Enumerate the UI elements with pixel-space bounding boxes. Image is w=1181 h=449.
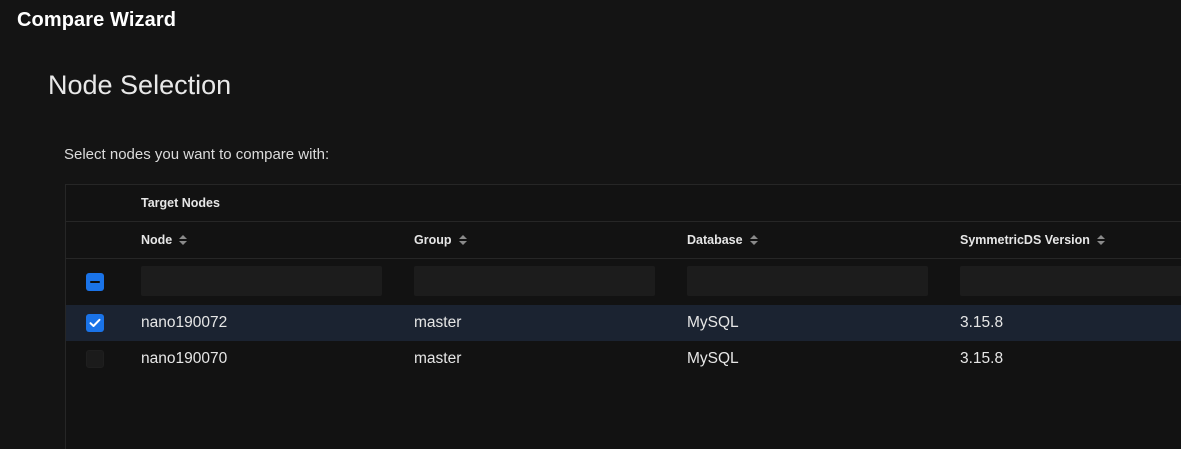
wizard-title: Compare Wizard xyxy=(17,9,177,31)
cell-database: MySQL xyxy=(687,314,739,331)
filter-input-database[interactable] xyxy=(687,266,928,296)
column-header-label: Group xyxy=(414,233,452,247)
filter-row xyxy=(66,259,1181,305)
column-header-row: Node Group Database SymmetricDS Version xyxy=(66,222,1181,259)
cell-version: 3.15.8 xyxy=(960,314,1004,331)
column-header-label: Database xyxy=(687,233,743,247)
select-all-checkbox[interactable] xyxy=(86,273,104,291)
sort-icon[interactable] xyxy=(458,235,467,245)
cell-node: nano190072 xyxy=(141,314,228,331)
page-title: Node Selection xyxy=(48,70,232,100)
filter-input-group[interactable] xyxy=(414,266,655,296)
table-row[interactable]: nano190072 master MySQL 3.15.8 xyxy=(66,305,1181,341)
cell-database: MySQL xyxy=(687,350,739,367)
grid-group-header: Target Nodes xyxy=(66,185,1181,222)
cell-node: nano190070 xyxy=(141,350,228,367)
sort-icon[interactable] xyxy=(1096,235,1105,245)
row-checkbox[interactable] xyxy=(86,350,104,368)
column-header-node[interactable]: Node xyxy=(141,222,188,258)
filter-input-node[interactable] xyxy=(141,266,382,296)
cell-group: master xyxy=(414,350,462,367)
row-checkbox[interactable] xyxy=(86,314,104,332)
checkmark-icon xyxy=(89,318,101,327)
column-header-label: Node xyxy=(141,233,173,247)
filter-input-version[interactable] xyxy=(960,266,1181,296)
sort-icon[interactable] xyxy=(749,235,758,245)
target-nodes-grid: Target Nodes Node Group Database Symmetr… xyxy=(65,184,1181,449)
column-header-version[interactable]: SymmetricDS Version xyxy=(960,222,1105,258)
group-header-label: Target Nodes xyxy=(141,196,220,210)
indeterminate-icon xyxy=(90,281,100,283)
column-header-group[interactable]: Group xyxy=(414,222,467,258)
cell-group: master xyxy=(414,314,462,331)
cell-version: 3.15.8 xyxy=(960,350,1004,367)
table-row[interactable]: nano190070 master MySQL 3.15.8 xyxy=(66,341,1181,377)
column-header-database[interactable]: Database xyxy=(687,222,758,258)
instruction-text: Select nodes you want to compare with: xyxy=(64,146,330,163)
column-header-label: SymmetricDS Version xyxy=(960,233,1090,247)
sort-icon[interactable] xyxy=(179,235,188,245)
